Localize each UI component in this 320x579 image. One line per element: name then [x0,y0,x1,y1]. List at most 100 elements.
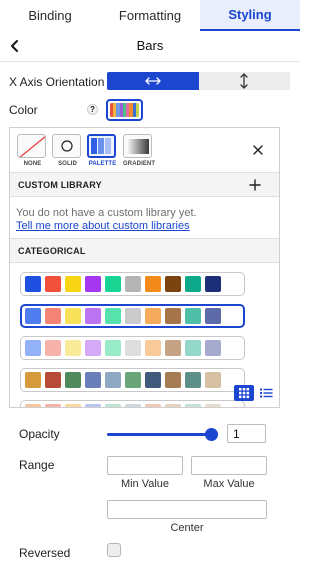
color-picker-button[interactable] [106,99,143,121]
list-view-button[interactable] [257,385,275,401]
axis-orientation-toggle [107,72,290,90]
palette-color-swatch [85,340,101,356]
center-value-input[interactable] [107,500,267,519]
center-value-label: Center [170,522,204,534]
palette-color-swatch [65,372,81,388]
palette-color-swatch [205,372,221,388]
palette-color-swatch [45,340,61,356]
fill-type-none[interactable]: NONE [17,134,48,167]
gradient-icon [128,139,149,154]
tab-formatting[interactable]: Formatting [100,0,200,31]
custom-library-empty-text: You do not have a custom library yet. [16,207,197,219]
palette-color-swatch [105,276,121,292]
fill-type-solid[interactable]: SOLID [52,134,83,167]
palette-option[interactable] [20,336,245,360]
palette-color-swatch [145,372,161,388]
vertical-orientation-button[interactable] [198,72,290,90]
palette-option[interactable] [20,400,245,407]
palette-color-swatch [105,308,121,324]
tab-styling[interactable]: Styling [200,0,300,31]
none-slash-icon [19,136,45,157]
fill-type-gradient[interactable]: GRADIENT [123,134,155,167]
range-label: Range [19,458,55,472]
opacity-input[interactable] [227,424,266,443]
tab-bar: Binding Formatting Styling [0,0,300,31]
grid-view-button[interactable] [234,385,254,401]
palette-color-swatch [45,404,61,407]
palette-color-swatch [205,308,221,324]
palette-color-swatch [45,372,61,388]
palette-color-swatch [105,340,121,356]
circle-icon [61,140,73,152]
opacity-slider-track [107,433,218,436]
palette-color-swatch [205,276,221,292]
palette-color-swatch [25,372,41,388]
categorical-header: CATEGORICAL [10,238,279,263]
palette-bars-icon [91,138,111,154]
page-title: Bars [136,38,164,53]
palette-color-swatch [185,340,201,356]
palette-color-swatch [185,372,201,388]
palette-color-swatch [45,276,61,292]
palette-color-swatch [25,340,41,356]
reversed-checkbox[interactable] [107,543,121,557]
palette-color-swatch [205,340,221,356]
palette-color-swatch [25,308,41,324]
palette-color-swatch [85,404,101,407]
list-view-icon [260,388,273,398]
palette-color-swatch [65,340,81,356]
palette-color-swatch [125,308,141,324]
palette-color-swatch [105,404,121,407]
opacity-label: Opacity [19,427,60,441]
reversed-label: Reversed [19,546,71,560]
palette-color-swatch [165,308,181,324]
palette-color-swatch [145,308,161,324]
palette-preview-strip [110,103,139,117]
custom-library-header: CUSTOM LIBRARY [10,172,279,197]
palette-color-swatch [65,404,81,407]
palette-color-swatch [145,340,161,356]
palette-color-swatch [65,308,81,324]
palette-color-swatch [165,276,181,292]
palette-color-swatch [165,372,181,388]
max-value-label: Max Value [203,478,255,490]
palette-color-swatch [125,340,141,356]
grid-view-icon [239,388,250,399]
palette-color-swatch [125,276,141,292]
min-value-label: Min Value [120,478,170,490]
horizontal-arrows-icon [145,77,161,85]
palette-color-swatch [165,404,181,407]
palette-option[interactable] [20,368,245,392]
palette-color-swatch [45,308,61,324]
opacity-slider-thumb[interactable] [205,428,218,441]
palette-option[interactable] [20,272,245,296]
palette-color-swatch [25,276,41,292]
palette-color-swatch [85,372,101,388]
max-value-input[interactable] [191,456,267,475]
palette-color-swatch [205,404,221,407]
opacity-slider[interactable] [107,428,218,441]
vertical-arrows-icon [240,73,248,89]
palette-color-swatch [185,276,201,292]
min-value-input[interactable] [107,456,183,475]
axis-orientation-label: X Axis Orientation [9,75,105,89]
help-icon[interactable]: ? [87,104,98,115]
fill-type-palette[interactable]: PALETTE [87,134,118,167]
custom-library-help-link[interactable]: Tell me more about custom libraries [16,220,190,232]
palette-color-swatch [185,308,201,324]
palette-color-swatch [105,372,121,388]
horizontal-orientation-button[interactable] [107,72,199,90]
palette-option[interactable] [20,304,245,328]
palette-color-swatch [25,404,41,407]
palette-color-swatch [85,276,101,292]
tab-binding[interactable]: Binding [0,0,100,31]
palette-color-swatch [65,276,81,292]
palette-color-swatch [165,340,181,356]
close-icon[interactable] [251,143,265,157]
section-header-bars: Bars [0,31,300,62]
palette-color-swatch [145,404,161,407]
color-picker-panel: NONE SOLID PALETTE GRADIENT CUSTOM LIBRA… [9,127,280,408]
add-icon[interactable] [248,178,262,192]
color-label: Color [9,103,38,117]
palette-color-swatch [185,404,201,407]
